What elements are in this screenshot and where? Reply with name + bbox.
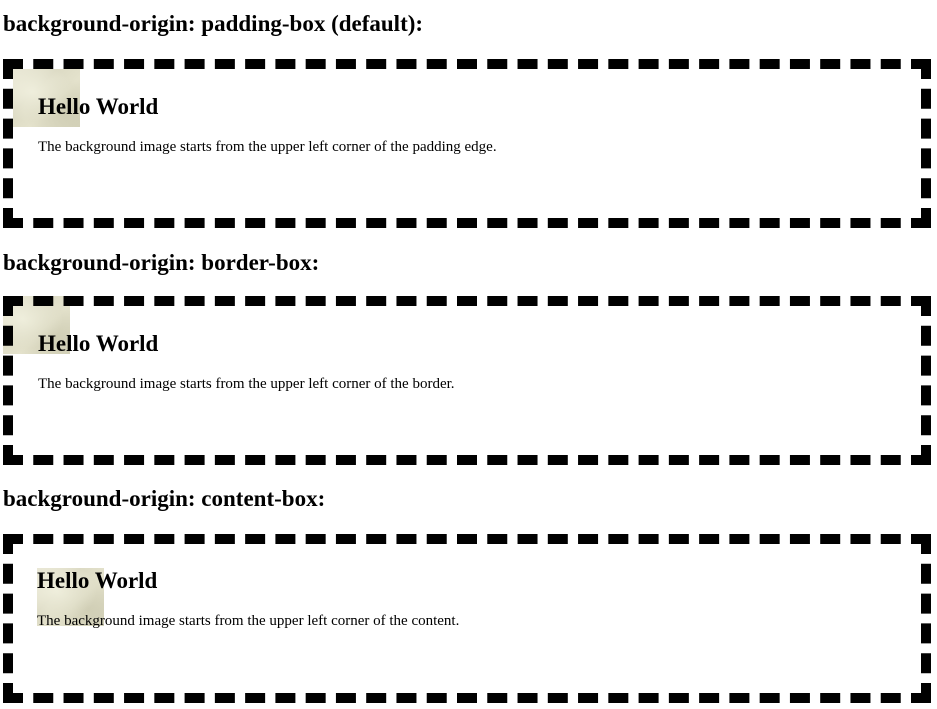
section-title-border-box: background-origin: border-box: <box>3 250 320 275</box>
demo-heading: Hello World <box>38 94 159 119</box>
demo-heading: Hello World <box>38 331 159 356</box>
padding-box-demo: Hello World The background image starts … <box>3 59 931 228</box>
section-title-content-box: background-origin: content-box: <box>3 486 326 511</box>
demo-description: The background image starts from the upp… <box>37 613 460 629</box>
demo-heading: Hello World <box>37 568 158 593</box>
border-box-demo: Hello World The background image starts … <box>3 296 931 465</box>
demo-description: The background image starts from the upp… <box>38 139 497 155</box>
content-box-demo: Hello World The background image starts … <box>3 534 931 703</box>
demo-description: The background image starts from the upp… <box>38 376 455 392</box>
section-title-padding-box: background-origin: padding-box (default)… <box>3 11 424 36</box>
